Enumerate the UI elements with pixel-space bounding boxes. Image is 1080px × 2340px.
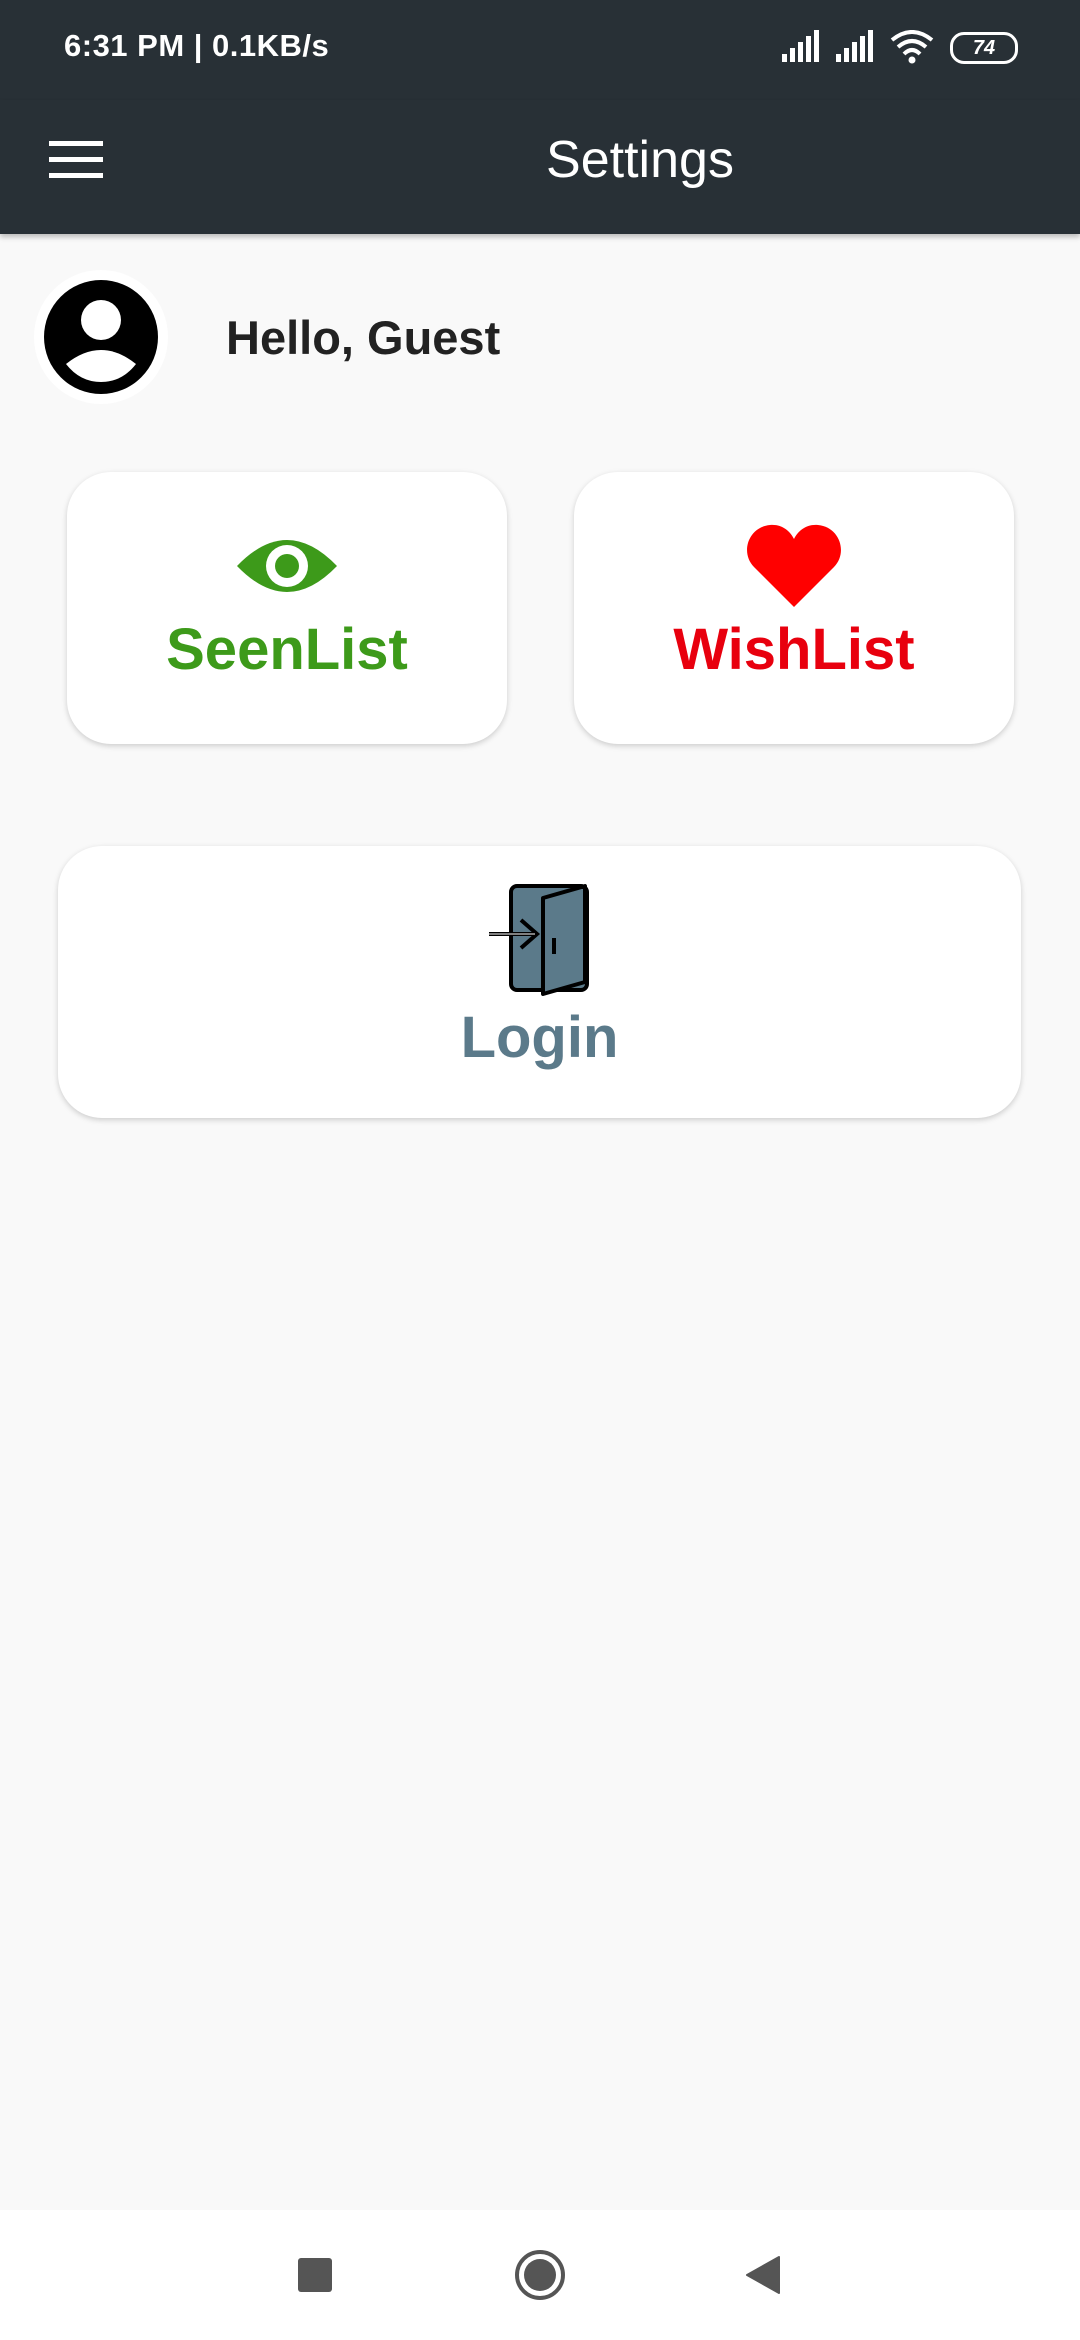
eye-icon xyxy=(235,524,339,608)
battery-level: 74 xyxy=(972,36,996,59)
wifi-icon xyxy=(890,30,934,64)
heart-icon xyxy=(746,524,842,608)
account-circle-icon xyxy=(44,280,158,394)
seenlist-label: SeenList xyxy=(166,617,408,682)
signal-icon xyxy=(836,30,873,62)
login-door-icon xyxy=(487,882,593,998)
system-nav-bar xyxy=(0,2210,1080,2340)
app-bar: Settings xyxy=(0,100,1080,234)
back-triangle-icon xyxy=(746,2256,780,2294)
back-button[interactable] xyxy=(728,2240,798,2310)
home-button[interactable] xyxy=(505,2240,575,2310)
login-label: Login xyxy=(460,1005,619,1070)
home-circle-icon xyxy=(515,2250,565,2300)
recents-button[interactable] xyxy=(280,2240,350,2310)
login-card[interactable]: Login xyxy=(58,846,1021,1118)
status-time: 6:31 PM | 0.1KB/s xyxy=(64,28,330,63)
avatar[interactable] xyxy=(34,270,168,404)
status-icons: 74 xyxy=(782,30,1022,70)
page-title: Settings xyxy=(546,131,734,189)
battery-icon: 74 xyxy=(950,32,1018,64)
recents-square-icon xyxy=(298,2258,332,2292)
status-bar: 6:31 PM | 0.1KB/s 74 xyxy=(0,0,1080,100)
signal-icon xyxy=(782,30,819,62)
wishlist-card[interactable]: WishList xyxy=(574,472,1014,744)
seenlist-card[interactable]: SeenList xyxy=(67,472,507,744)
greeting-text: Hello, Guest xyxy=(226,311,501,364)
wishlist-label: WishList xyxy=(673,617,915,682)
